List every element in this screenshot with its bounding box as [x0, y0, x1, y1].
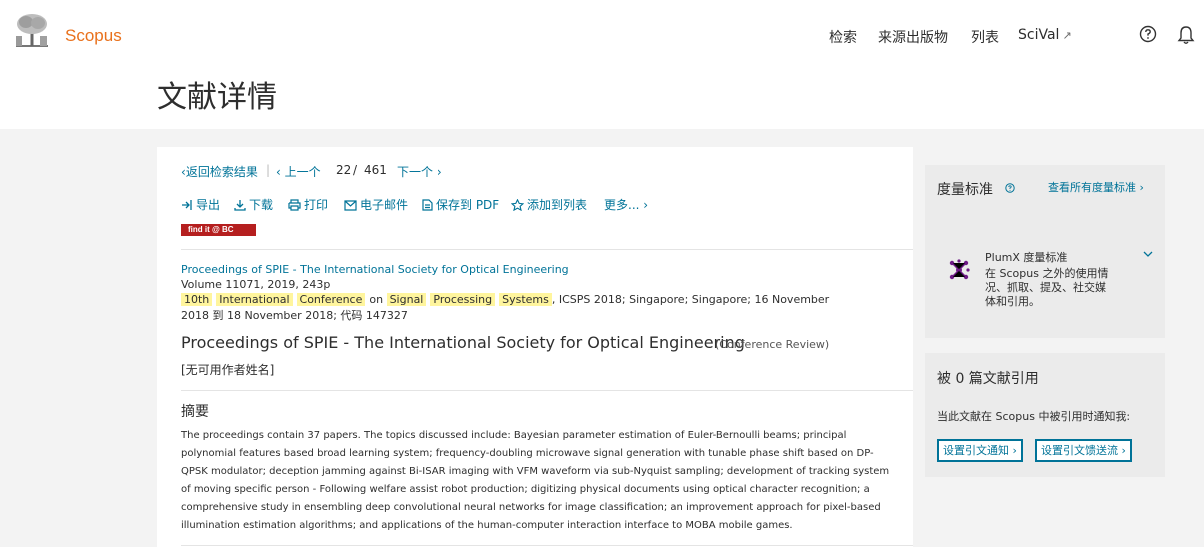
set-citation-feed-label: 设置引文馈送流	[1041, 444, 1118, 457]
back-to-results-link[interactable]: ‹返回检索结果	[181, 163, 258, 180]
set-citation-alert-label: 设置引文通知	[943, 444, 1009, 457]
find-it-button[interactable]: find it @ BC	[181, 224, 256, 236]
divider	[181, 249, 913, 250]
add-to-list-label: 添加到列表	[527, 198, 588, 212]
info-icon[interactable]	[1005, 183, 1015, 193]
conference-word: Systems	[499, 293, 552, 306]
pager-total: 461	[364, 163, 387, 177]
chevron-left-icon: ‹	[276, 165, 285, 179]
help-icon[interactable]	[1139, 25, 1157, 43]
conference-on: on	[369, 293, 384, 306]
conference-word: International	[216, 293, 293, 306]
view-all-metrics-link[interactable]: 查看所有度量标准 ›	[1048, 179, 1144, 195]
conference-word: Processing	[430, 293, 496, 306]
external-link-icon: ↗	[1062, 29, 1072, 42]
print-icon	[288, 199, 301, 211]
email-button[interactable]: 电子邮件	[344, 196, 408, 213]
bell-icon[interactable]	[1177, 25, 1195, 45]
abstract-text: The proceedings contain 37 papers. The t…	[181, 430, 890, 531]
plumx-description: 在 Scopus 之外的使用情况、抓取、提及、社交媒体和引用。	[985, 267, 1109, 308]
download-icon	[234, 200, 246, 211]
source-title-link[interactable]: Proceedings of SPIE - The International …	[181, 263, 569, 276]
author-list: [无可用作者姓名]	[181, 363, 275, 377]
chevron-right-icon: ›	[433, 165, 442, 179]
divider	[181, 545, 913, 546]
nav-sources[interactable]: 来源出版物	[878, 27, 948, 47]
nav-scival-label: SciVal	[1018, 27, 1060, 43]
page-title: 文献详情	[157, 80, 277, 115]
elsevier-logo-icon[interactable]	[10, 12, 54, 48]
chevron-right-icon: ›	[1118, 444, 1126, 457]
chevron-down-icon[interactable]	[1142, 249, 1154, 259]
more-label: 更多...	[604, 198, 640, 212]
cited-by-description: 当此文献在 Scopus 中被引用时通知我:	[937, 410, 1131, 423]
plumx-title[interactable]: PlumX 度量标准	[985, 249, 1067, 265]
download-label: 下载	[249, 198, 274, 212]
abstract-heading: 摘要	[181, 404, 209, 420]
star-icon	[510, 198, 525, 212]
download-button[interactable]: 下载	[234, 196, 273, 213]
pager-separator: /	[353, 163, 358, 177]
save-pdf-label: 保存到 PDF	[436, 198, 500, 212]
conference-line: 10th International Conference on Signal Proc…	[181, 293, 829, 306]
prev-link[interactable]: ‹ 上一个	[276, 163, 321, 180]
email-label: 电子邮件	[360, 198, 409, 212]
document-type: (Conference Review)	[715, 338, 830, 351]
scopus-brand[interactable]: Scopus	[65, 26, 122, 46]
chevron-right-icon: ›	[1136, 181, 1144, 194]
print-label: 打印	[304, 198, 329, 212]
prev-label: 上一个	[284, 165, 321, 179]
conference-word: Conference	[296, 293, 366, 306]
nav-lists[interactable]: 列表	[971, 27, 999, 47]
export-button[interactable]: 导出	[181, 196, 220, 213]
cited-by-title: 被 0 篇文献引用	[937, 371, 1039, 387]
pdf-icon	[422, 199, 433, 211]
divider	[181, 390, 913, 391]
next-link[interactable]: 下一个 ›	[397, 163, 442, 180]
print-button[interactable]: 打印	[288, 196, 328, 213]
more-button[interactable]: 更多... ›	[604, 196, 648, 213]
conference-dates: 2018 到 18 November 2018; 代码 147327	[181, 309, 408, 322]
export-icon	[182, 200, 192, 210]
pager-divider: |	[266, 163, 271, 177]
document-title: Proceedings of SPIE - The International …	[181, 333, 745, 352]
chevron-right-icon: ›	[639, 198, 649, 212]
top-header: Scopus 检索 来源出版物 列表 SciVal ↗ 文献详情	[0, 0, 1204, 129]
save-pdf-button[interactable]: 保存到 PDF	[422, 196, 499, 213]
add-to-list-button[interactable]: 添加到列表	[510, 196, 588, 213]
nav-search[interactable]: 检索	[829, 27, 857, 47]
volume-line: Volume 11071, 2019, 243p	[181, 278, 331, 291]
next-label: 下一个	[397, 165, 434, 179]
chevron-right-icon: ›	[1009, 444, 1017, 457]
conference-word: Signal	[386, 293, 427, 306]
pager-current: 22	[336, 163, 352, 177]
conference-word: 10th	[181, 293, 213, 306]
view-all-metrics-label: 查看所有度量标准	[1048, 181, 1136, 194]
plumx-icon	[949, 259, 970, 280]
conference-rest: , ICSPS 2018; Singapore; Singapore; 16 N…	[551, 293, 830, 306]
set-citation-feed-button[interactable]: 设置引文馈送流 ›	[1035, 439, 1132, 462]
export-label: 导出	[196, 198, 221, 212]
back-label: 返回检索结果	[185, 165, 258, 179]
email-icon	[344, 200, 357, 211]
set-citation-alert-button[interactable]: 设置引文通知 ›	[937, 439, 1023, 462]
nav-scival[interactable]: SciVal ↗	[1018, 27, 1072, 43]
metrics-title: 度量标准	[937, 182, 993, 198]
